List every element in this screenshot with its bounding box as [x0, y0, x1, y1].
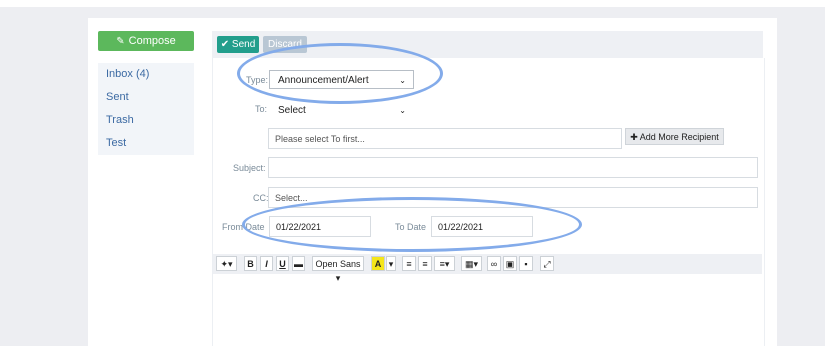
sidebar-item-sent[interactable]: Sent	[98, 86, 194, 109]
plus-icon: ✚	[630, 132, 638, 142]
magic-wand-icon[interactable]: ✦▾	[216, 256, 237, 271]
send-label: Send	[231, 39, 256, 50]
mailbox-menu: Inbox (4) Sent Trash Test	[98, 63, 194, 155]
top-strip	[0, 0, 825, 7]
italic-icon[interactable]: I	[260, 256, 273, 271]
bold-icon[interactable]: B	[244, 256, 257, 271]
underline-icon[interactable]: U	[276, 256, 289, 271]
color-dropdown-icon[interactable]: ▾	[386, 256, 396, 271]
ordered-list-icon[interactable]: ≡	[418, 256, 432, 271]
video-icon[interactable]: ▪	[519, 256, 533, 271]
subject-label: Subject:	[233, 163, 266, 173]
text-color-icon[interactable]: A	[371, 256, 385, 271]
compose-button[interactable]: ✎ Compose	[98, 31, 194, 51]
add-recipient-label: Add More Recipient	[639, 132, 719, 142]
annotation-oval-type	[237, 43, 443, 104]
recipient-input[interactable]: Please select To first...	[268, 128, 622, 149]
cc-label: CC:	[253, 193, 269, 203]
send-button[interactable]: ✔ Send	[217, 36, 259, 53]
check-icon: ✔	[220, 39, 230, 50]
sidebar-item-inbox[interactable]: Inbox (4)	[98, 63, 194, 86]
compose-label: Compose	[128, 35, 176, 47]
link-icon[interactable]: ∞	[487, 256, 501, 271]
to-label: To:	[255, 104, 268, 114]
paragraph-align-icon[interactable]: ≡▾	[434, 256, 455, 271]
eraser-icon[interactable]: ▬	[292, 256, 305, 271]
subject-input[interactable]	[268, 157, 758, 178]
sidebar-item-test[interactable]: Test	[98, 132, 194, 155]
annotation-oval-dates	[242, 197, 582, 252]
edit-icon: ✎	[116, 36, 125, 47]
font-family-dropdown[interactable]: Open Sans ▾	[312, 256, 364, 283]
sidebar-item-trash[interactable]: Trash	[98, 109, 194, 132]
fullscreen-icon[interactable]: ⤢	[540, 256, 554, 271]
chevron-down-icon: ▾	[335, 273, 341, 283]
image-icon[interactable]: ▣	[503, 256, 517, 271]
add-recipient-button[interactable]: ✚ Add More Recipient	[625, 128, 724, 145]
chevron-down-icon: ⌄	[399, 106, 406, 115]
table-icon[interactable]: ▦▾	[461, 256, 482, 271]
unordered-list-icon[interactable]: ≡	[402, 256, 416, 271]
to-select-value: Select	[278, 105, 306, 116]
mail-compose-page: ✎ Compose Inbox (4) Sent Trash Test ✔ Sen…	[0, 0, 825, 346]
font-family-value: Open Sans	[315, 259, 361, 269]
